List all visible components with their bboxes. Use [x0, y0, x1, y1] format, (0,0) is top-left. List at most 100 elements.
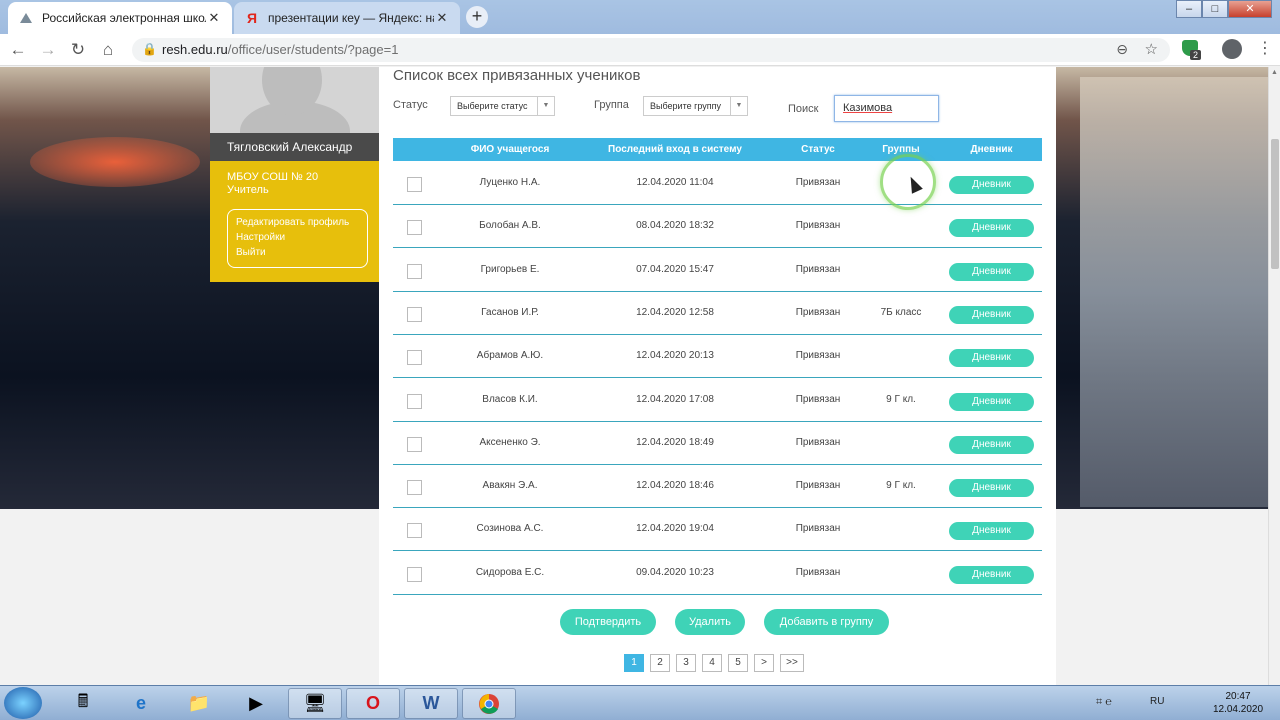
chrome-icon[interactable]: [462, 688, 516, 719]
row-checkbox[interactable]: [407, 393, 422, 409]
row-checkbox[interactable]: [407, 566, 422, 582]
table-row: Сидорова Е.С. 09.04.2020 10:23 Привязан Дне…: [393, 552, 1042, 595]
forward-icon[interactable]: →: [38, 40, 58, 60]
user-role: Учитель: [227, 184, 269, 196]
table-row: Гасанов И.Р. 12.04.2020 12:58 Привязан 7Б к…: [393, 292, 1042, 335]
page-title: Список всех привязанных учеников: [393, 67, 641, 84]
status: Привязан: [795, 350, 841, 362]
page-next[interactable]: >: [754, 654, 774, 672]
group-select[interactable]: Выберите группу ▼: [643, 96, 748, 116]
tray-icons[interactable]: ⌗ ℮: [1096, 696, 1112, 709]
col-diary: Дневник: [970, 144, 1013, 155]
status-select[interactable]: Выберите статус ▼: [450, 96, 555, 116]
resh-icon: [18, 10, 34, 26]
diary-button[interactable]: Дневник: [949, 349, 1034, 368]
language-indicator[interactable]: RU: [1150, 696, 1164, 707]
page-scrollbar[interactable]: ▲: [1268, 67, 1280, 685]
student-name: Болобан А.В.: [479, 220, 541, 232]
row-checkbox[interactable]: [407, 436, 422, 452]
web-page: Тягловский Александр МБОУ СОШ № 20 Учите…: [0, 67, 1280, 685]
address-bar[interactable]: 🔒 resh.edu.ru/office/user/students/?page…: [132, 38, 1170, 62]
browser-menu-icon[interactable]: ⋮: [1257, 38, 1273, 58]
row-checkbox[interactable]: [407, 480, 422, 496]
extension-shield-icon[interactable]: 2: [1182, 40, 1202, 60]
status: Привязан: [795, 263, 841, 275]
last-login: 08.04.2020 18:32: [636, 220, 714, 232]
page-link-4[interactable]: 4: [702, 654, 722, 672]
group: 9 Г кл.: [886, 480, 916, 492]
table-row: Болобан А.В. 08.04.2020 18:32 Привязан Днев…: [393, 205, 1042, 249]
diary-button[interactable]: Дневник: [949, 522, 1034, 541]
back-icon[interactable]: ←: [8, 40, 28, 60]
student-name: Аксененко Э.: [479, 436, 541, 448]
logout-link[interactable]: Выйти: [236, 245, 359, 260]
student-name: Абрамов А.Ю.: [476, 350, 544, 362]
diary-button[interactable]: Дневник: [949, 305, 1034, 324]
minimize-button[interactable]: –: [1176, 0, 1202, 18]
last-login: 12.04.2020 19:04: [636, 523, 714, 535]
diary-button[interactable]: Дневник: [949, 219, 1034, 238]
status: Привязан: [795, 436, 841, 448]
ie-icon[interactable]: e: [114, 688, 168, 719]
row-checkbox[interactable]: [407, 220, 422, 236]
table-row: Аксененко Э. 12.04.2020 18:49 Привязан Днев…: [393, 422, 1042, 465]
row-checkbox[interactable]: [407, 350, 422, 366]
scrollbar-thumb[interactable]: [1271, 139, 1279, 269]
col-status: Статус: [801, 144, 835, 155]
tab-resh[interactable]: Российская электронная школа ✕: [8, 2, 232, 34]
page-link-3[interactable]: 3: [676, 654, 696, 672]
lock-icon: 🔒: [142, 42, 157, 56]
media-player-icon[interactable]: ▶: [229, 688, 283, 719]
row-checkbox[interactable]: [407, 177, 422, 192]
status: Привязан: [795, 306, 841, 318]
zoom-icon[interactable]: ⊖: [1116, 41, 1128, 58]
delete-button[interactable]: Удалить: [675, 609, 745, 635]
diary-button[interactable]: Дневник: [949, 435, 1034, 454]
yandex-icon: Я: [246, 10, 258, 26]
row-checkbox[interactable]: [407, 306, 422, 322]
student-name: Сидорова Е.С.: [475, 566, 545, 578]
reload-icon[interactable]: ↻: [68, 40, 88, 60]
tab-yandex[interactable]: Я презентации кеу — Яндекс: нашлось ✕: [234, 2, 460, 34]
system-tray: ⌗ ℮ RU 20:47 12.04.2020: [1080, 686, 1280, 720]
table-row: Абрамов А.Ю. 12.04.2020 20:13 Привязан Днев…: [393, 335, 1042, 379]
maximize-button[interactable]: □: [1202, 0, 1228, 18]
bookmark-star-icon[interactable]: ☆: [1145, 40, 1158, 58]
status-filter-label: Статус: [393, 99, 428, 111]
calculator-icon[interactable]: 🖩: [56, 688, 110, 719]
last-login: 07.04.2020 15:47: [636, 263, 714, 275]
profile-avatar-icon[interactable]: [1222, 39, 1242, 59]
last-login: 12.04.2020 20:13: [636, 350, 714, 362]
diary-button[interactable]: Дневник: [949, 176, 1034, 194]
page-last[interactable]: >>: [780, 654, 804, 672]
network-icon[interactable]: 🖥: [288, 688, 342, 719]
edit-profile-link[interactable]: Редактировать профиль: [236, 215, 359, 230]
close-icon[interactable]: ✕: [434, 10, 450, 26]
row-checkbox[interactable]: [407, 263, 422, 279]
confirm-button[interactable]: Подтвердить: [560, 609, 656, 635]
word-icon[interactable]: W: [404, 688, 458, 719]
close-window-button[interactable]: ✕: [1228, 0, 1272, 18]
page-link-5[interactable]: 5: [728, 654, 748, 672]
search-label: Поиск: [788, 103, 819, 115]
start-button[interactable]: [4, 687, 42, 719]
search-input[interactable]: Казимова: [834, 95, 939, 122]
status: Привязан: [795, 523, 841, 535]
add-to-group-button[interactable]: Добавить в группу: [764, 609, 889, 635]
page-link-2[interactable]: 2: [650, 654, 670, 672]
diary-button[interactable]: Дневник: [949, 262, 1034, 281]
home-icon[interactable]: ⌂: [98, 40, 118, 60]
browser-toolbar: ← → ↻ ⌂ 🔒 resh.edu.ru/office/user/studen…: [0, 34, 1280, 66]
new-tab-button[interactable]: +: [466, 6, 488, 28]
diary-button[interactable]: Дневник: [949, 479, 1034, 498]
user-name: Тягловский Александр: [210, 133, 379, 161]
explorer-icon[interactable]: 📁: [172, 688, 226, 719]
page-link-1[interactable]: 1: [624, 654, 644, 672]
diary-button[interactable]: Дневник: [949, 565, 1034, 584]
clock[interactable]: 20:47 12.04.2020: [1208, 690, 1268, 716]
diary-button[interactable]: Дневник: [949, 392, 1034, 411]
settings-link[interactable]: Настройки: [236, 230, 359, 245]
row-checkbox[interactable]: [407, 523, 422, 539]
opera-icon[interactable]: O: [346, 688, 400, 719]
close-icon[interactable]: ✕: [206, 10, 222, 26]
